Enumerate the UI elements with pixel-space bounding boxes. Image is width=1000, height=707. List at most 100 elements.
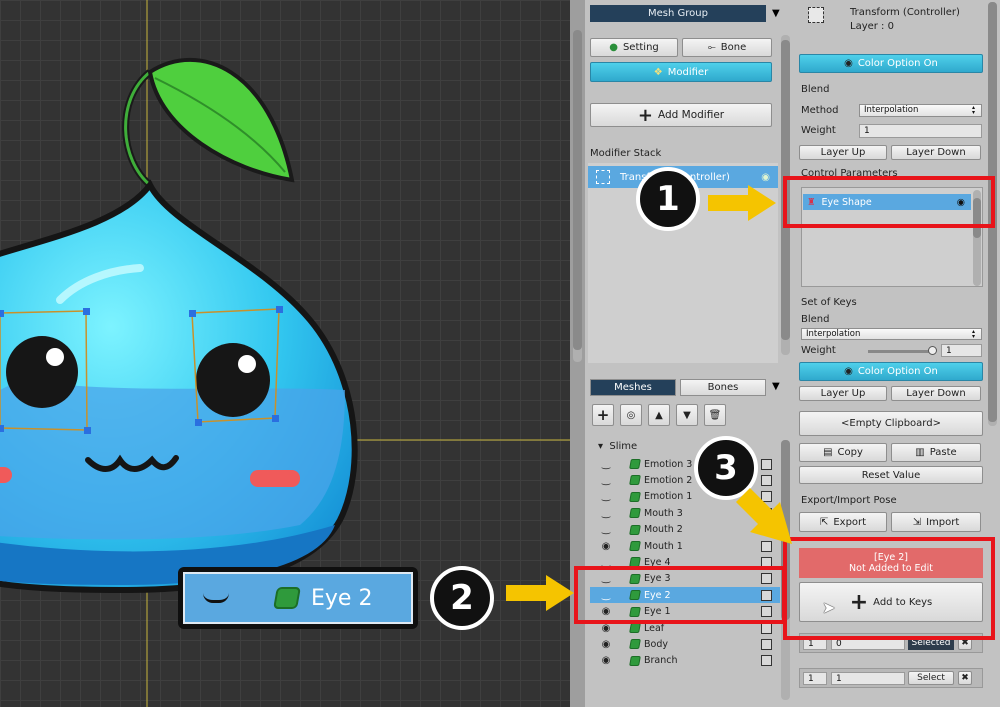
modifier-icon: ❖: [653, 66, 663, 78]
key-row-2-remove[interactable]: ✖: [958, 671, 972, 685]
export-button[interactable]: ⇱ Export: [799, 512, 887, 532]
mesh-row-checkbox[interactable]: [761, 622, 772, 634]
mesh-row-label: Branch: [644, 655, 678, 667]
delete-button[interactable]: 🗑: [704, 404, 726, 426]
zoom-label-text: Eye 2: [311, 585, 373, 611]
mesh-icon: [629, 459, 641, 469]
key-row-2-index[interactable]: 1: [803, 672, 827, 685]
color-option2-button[interactable]: ◉ Color Option On: [799, 362, 983, 381]
add-modifier-button[interactable]: + Add Modifier: [590, 103, 772, 127]
weight2-field[interactable]: 1: [941, 344, 982, 357]
eye-right: [196, 343, 270, 417]
mesh-icon: [629, 524, 641, 535]
layer-down-button[interactable]: Layer Down: [891, 145, 981, 160]
layer-down2-button[interactable]: Layer Down: [891, 386, 981, 401]
method-select[interactable]: Interpolation: [859, 104, 982, 117]
slider-handle[interactable]: [928, 346, 937, 355]
plus-icon: +: [596, 406, 610, 424]
eye-closed-icon[interactable]: ‿: [596, 524, 616, 535]
eye-closed-icon[interactable]: ‿: [596, 491, 616, 502]
bulb-icon: ◉: [761, 171, 770, 183]
bone-icon: ⟜: [707, 42, 716, 53]
eye-icon: ◉: [844, 366, 853, 377]
move-down-button[interactable]: ▼: [676, 404, 698, 426]
export-icon: ⇱: [819, 516, 829, 528]
mesh-row-label: Mouth 2: [644, 524, 683, 536]
reset-value-button[interactable]: Reset Value: [799, 466, 983, 484]
weight2-label: Weight: [801, 345, 836, 356]
zoom-label-eye2: Eye 2: [178, 567, 418, 629]
import-button[interactable]: ⇲ Import: [891, 512, 981, 532]
eye-open-icon[interactable]: ◉: [596, 639, 616, 650]
mesh-icon: [273, 587, 301, 609]
clipboard-display: <Empty Clipboard>: [799, 411, 983, 436]
mesh-row[interactable]: ◉ Body: [590, 636, 780, 652]
blend2-label: Blend: [801, 314, 830, 325]
eye-closed-icon[interactable]: ‿: [596, 459, 616, 470]
transform-icon: [596, 170, 610, 184]
eye-left: [6, 336, 78, 408]
mesh-row-label: Emotion 2: [644, 474, 693, 486]
tab-bones[interactable]: Bones: [680, 379, 766, 396]
mesh-row-checkbox[interactable]: [761, 638, 772, 650]
move-up-button[interactable]: ▲: [648, 404, 670, 426]
mesh-row-label: Mouth 3: [644, 507, 683, 519]
mesh-row[interactable]: ◉ Branch: [590, 653, 780, 669]
step-badge-2: 2: [430, 566, 494, 630]
mesh-row-label: Body: [644, 638, 668, 650]
tree-root[interactable]: ▾ Slime: [598, 441, 637, 452]
copy-button[interactable]: ▤ Copy: [799, 443, 887, 462]
mesh-row-checkbox[interactable]: [761, 655, 772, 667]
paste-button[interactable]: ▥ Paste: [891, 443, 981, 462]
key-row-2-select[interactable]: Select: [908, 671, 954, 685]
scrollbar-left[interactable]: [573, 30, 582, 360]
tab-meshes[interactable]: Meshes: [590, 379, 676, 396]
mesh-icon: [629, 541, 641, 551]
layer-button[interactable]: ◎: [620, 404, 642, 426]
weight-field[interactable]: 1: [859, 124, 982, 138]
highlight-box-2: [574, 566, 786, 624]
setting-button[interactable]: ● Setting: [590, 38, 678, 57]
blend2-select[interactable]: Interpolation: [801, 328, 982, 340]
mesh-icon: [629, 508, 641, 519]
up-arrow-icon: ▲: [655, 409, 663, 421]
chevron-down-icon[interactable]: ▼: [772, 8, 780, 19]
arrow-right-icon: [506, 575, 574, 611]
color-option-button[interactable]: ◉ Color Option On: [799, 54, 983, 73]
step-badge-1: 1: [636, 167, 700, 231]
layer-up2-button[interactable]: Layer Up: [799, 386, 887, 401]
gear-icon: ●: [609, 42, 618, 53]
mesh-row-checkbox[interactable]: [761, 458, 772, 470]
bone-button[interactable]: ⟜ Bone: [682, 38, 772, 57]
modifier-tab[interactable]: ❖ Modifier: [590, 62, 772, 82]
scroll-knob[interactable]: [573, 350, 582, 362]
arrow-diagonal-icon: [736, 488, 792, 544]
method-label: Method: [801, 105, 839, 116]
eye-closed-icon[interactable]: ‿: [596, 475, 616, 486]
modifier-stack-label: Modifier Stack: [590, 148, 662, 159]
chevron-down-icon[interactable]: ▼: [772, 381, 780, 392]
eye-icon: ◉: [844, 58, 853, 69]
stem: [122, 69, 153, 188]
weight-slider[interactable]: [868, 350, 934, 353]
mesh-row-label: Leaf: [644, 622, 665, 634]
arrow-right-icon: [708, 185, 776, 221]
eye-closed-icon[interactable]: ‿: [596, 508, 616, 519]
layer-up-button[interactable]: Layer Up: [799, 145, 887, 160]
mesh-row-label: Emotion 3: [644, 458, 693, 470]
key-row-2-value[interactable]: 1: [831, 672, 905, 685]
transform-icon: [808, 7, 824, 23]
close-icon: ✖: [961, 673, 969, 683]
export-import-label: Export/Import Pose: [801, 495, 897, 506]
mesh-icon: [629, 639, 641, 650]
layer-icon: ◎: [626, 409, 636, 421]
eye-open-icon[interactable]: ◉: [596, 541, 616, 552]
trash-icon: 🗑: [708, 409, 722, 421]
plus-icon: +: [637, 104, 653, 126]
mesh-row-label: Emotion 1: [644, 491, 693, 503]
eye-open-icon[interactable]: ◉: [596, 623, 616, 634]
add-mesh-button[interactable]: +: [592, 404, 614, 426]
mesh-row-label: Mouth 1: [644, 540, 683, 552]
mesh-row-checkbox[interactable]: [761, 474, 772, 486]
eye-open-icon[interactable]: ◉: [596, 655, 616, 666]
